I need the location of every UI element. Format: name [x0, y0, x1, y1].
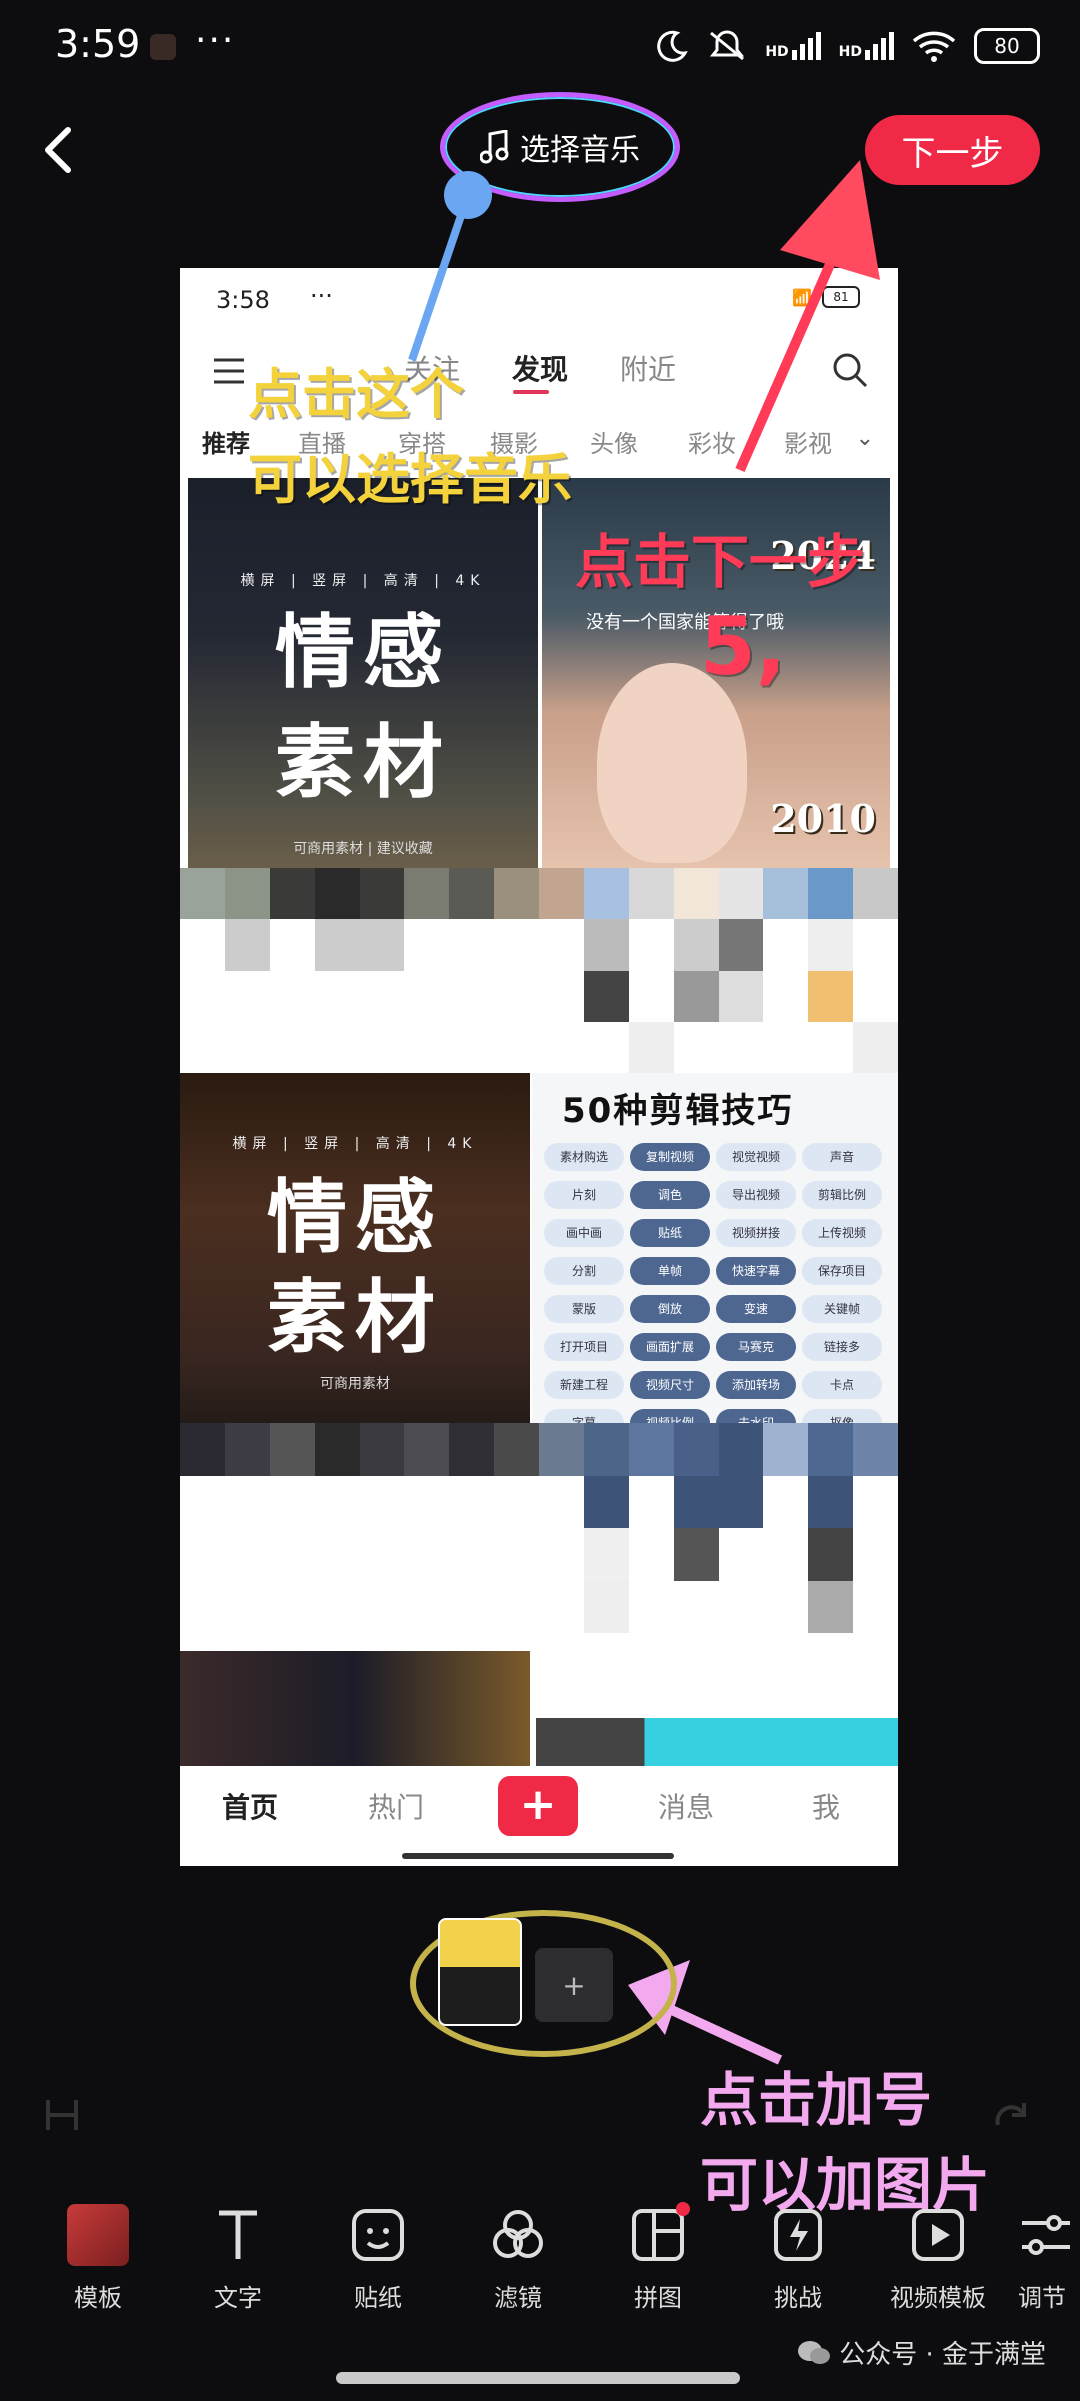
tool-sticker[interactable]: 贴纸 — [318, 2200, 438, 2313]
challenge-icon — [774, 2209, 822, 2261]
tool-label: 贴纸 — [354, 2284, 402, 2312]
template-thumbnail-icon — [67, 2204, 129, 2266]
sticker-icon — [352, 2209, 404, 2261]
tool-filter[interactable]: 滤镜 — [458, 2200, 578, 2313]
redo-icon[interactable] — [990, 2095, 1034, 2139]
wechat-watermark: 公众号 · 金于满堂 — [797, 2334, 1046, 2371]
tool-label: 拼图 — [634, 2284, 682, 2312]
blue-pointer-dot — [444, 171, 492, 219]
video-template-icon — [912, 2209, 964, 2261]
filter-icon — [493, 2210, 543, 2258]
tool-label: 视频模板 — [890, 2284, 986, 2312]
add-image-button[interactable]: + — [535, 1948, 613, 2022]
tool-challenge[interactable]: 挑战 — [738, 2200, 858, 2313]
tool-text[interactable]: 文字 — [178, 2200, 298, 2313]
wechat-icon — [798, 2340, 831, 2364]
home-indicator[interactable] — [336, 2372, 740, 2384]
blue-pointer-line — [408, 193, 472, 362]
tool-adjust[interactable]: 调节 — [1018, 2200, 1080, 2313]
collage-red-dot — [676, 2202, 690, 2216]
annotation-pink-line1: 点击加号 — [700, 2066, 933, 2134]
split-icon[interactable] — [40, 2090, 84, 2140]
text-icon — [219, 2210, 257, 2259]
tool-label: 模板 — [74, 2284, 122, 2312]
annotation-red-number: 5, — [700, 600, 787, 693]
red-arrow-line — [735, 227, 850, 473]
tool-label: 文字 — [214, 2284, 262, 2312]
annotation-red-next: 点击下一步 — [575, 528, 866, 596]
tool-label: 滤镜 — [494, 2284, 542, 2312]
annotation-yellow-line1: 点击这个 — [248, 363, 464, 426]
annotation-yellow-line2: 可以选择音乐 — [248, 448, 572, 511]
red-arrowhead — [780, 160, 880, 280]
tool-video-template[interactable]: 视频模板 — [878, 2200, 998, 2313]
tool-label: 挑战 — [774, 2284, 822, 2312]
adjust-icon — [1022, 2215, 1070, 2255]
tool-template[interactable]: 模板 — [38, 2200, 158, 2313]
collage-icon — [632, 2209, 684, 2261]
tool-collage[interactable]: 拼图 — [598, 2200, 718, 2313]
selected-image-thumbnail[interactable] — [438, 1918, 522, 2026]
watermark-text: 公众号 · 金于满堂 — [839, 2340, 1046, 2370]
tool-label: 调节 — [1018, 2284, 1066, 2312]
